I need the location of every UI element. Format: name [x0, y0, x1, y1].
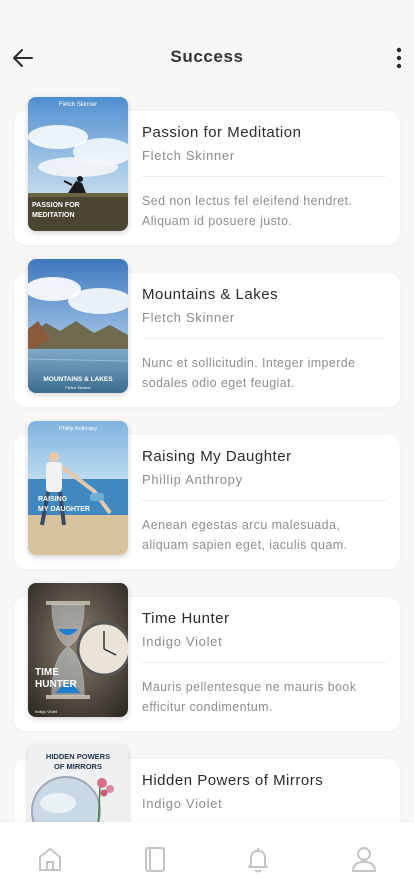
cover-image-beach: Phillip Anthropy RAISING MY DAUGHTER — [28, 421, 128, 555]
divider — [142, 500, 386, 501]
book-item[interactable]: Phillip Anthropy RAISING MY DAUGHTER Rai… — [0, 421, 414, 569]
bell-icon — [248, 848, 268, 873]
book-cover[interactable]: Fletch Skinner PASSION FOR MEDITATION — [28, 97, 128, 231]
cover-author-text: Fletch Skinner — [59, 102, 97, 108]
book-description: Aenean egestas arcu malesuada, aliquam s… — [142, 515, 392, 555]
cover-title-line: HUNTER — [35, 679, 77, 690]
book-title[interactable]: Time Hunter — [142, 610, 229, 627]
description-line: sodales odio eget feugiat. — [142, 376, 295, 390]
cover-title-line: PASSION FOR — [32, 202, 80, 209]
cover-title-line: MY DAUGHTER — [38, 506, 90, 513]
cover-title-line: MOUNTAINS & LAKES — [43, 376, 113, 383]
cover-title-line: TIME — [35, 667, 59, 678]
book-author: Indigo Violet — [142, 796, 223, 811]
book-cover[interactable]: MOUNTAINS & LAKES Fletch Skinner — [28, 259, 128, 393]
divider — [142, 176, 386, 177]
tab-library[interactable] — [140, 844, 170, 874]
cover-image-hourglass: TIME HUNTER Indigo Violet — [28, 583, 128, 717]
book-cover[interactable]: TIME HUNTER Indigo Violet — [28, 583, 128, 717]
cover-author-text: Indigo Violet — [35, 709, 58, 714]
book-item[interactable]: MOUNTAINS & LAKES Fletch Skinner Mountai… — [0, 259, 414, 407]
more-vertical-icon — [396, 47, 402, 69]
home-icon — [39, 848, 61, 871]
cover-author-text: Fletch Skinner — [65, 385, 91, 390]
bottom-tab-bar — [0, 822, 414, 896]
book-description: Mauris pellentesque ne mauris book effic… — [142, 677, 392, 717]
description-line: aliquam sapien eget, iaculis quam. — [142, 538, 348, 552]
book-author: Phillip Anthropy — [142, 472, 243, 487]
book-description: Sed non lectus fel eleifend hendret. Ali… — [142, 191, 392, 231]
description-line: Sed non lectus fel eleifend hendret. — [142, 194, 353, 208]
page-title: Success — [170, 47, 244, 66]
cover-title-line: MEDITATION — [32, 212, 75, 219]
book-title[interactable]: Hidden Powers of Mirrors — [142, 772, 323, 789]
book-cover[interactable]: Phillip Anthropy RAISING MY DAUGHTER — [28, 421, 128, 555]
description-line: Aenean egestas arcu malesuada, — [142, 518, 341, 532]
tab-home[interactable] — [35, 844, 65, 874]
divider — [142, 662, 386, 663]
app-header: Success — [0, 0, 414, 96]
book-icon — [145, 847, 165, 872]
book-title[interactable]: Passion for Meditation — [142, 124, 301, 141]
cover-title-line: OF MIRRORS — [54, 762, 102, 771]
user-icon — [352, 847, 376, 872]
cover-image-mountains: MOUNTAINS & LAKES Fletch Skinner — [28, 259, 128, 393]
description-line: Nunc et sollicitudin. Integer imperde — [142, 356, 356, 370]
description-line: Aliquam id posuere justo. — [142, 214, 293, 228]
book-author: Fletch Skinner — [142, 310, 235, 325]
description-line: efficitur condimentum. — [142, 700, 273, 714]
tab-profile[interactable] — [349, 844, 379, 874]
book-title[interactable]: Raising My Daughter — [142, 448, 292, 465]
cover-title-line: RAISING — [38, 496, 68, 503]
cover-title-line: HIDDEN POWERS — [46, 752, 110, 761]
book-author: Indigo Violet — [142, 634, 223, 649]
book-title[interactable]: Mountains & Lakes — [142, 286, 278, 303]
description-line: Mauris pellentesque ne mauris book — [142, 680, 357, 694]
book-item[interactable]: TIME HUNTER Indigo Violet Time Hunter In… — [0, 583, 414, 731]
cover-author-text: Phillip Anthropy — [59, 426, 97, 432]
tab-notifications[interactable] — [243, 844, 273, 874]
divider — [142, 338, 386, 339]
book-item[interactable]: Fletch Skinner PASSION FOR MEDITATION Pa… — [0, 97, 414, 245]
cover-image-meditation: Fletch Skinner PASSION FOR MEDITATION — [28, 97, 128, 231]
book-description: Nunc et sollicitudin. Integer imperde so… — [142, 353, 392, 393]
book-author: Fletch Skinner — [142, 148, 235, 163]
more-options-button[interactable] — [392, 45, 406, 71]
